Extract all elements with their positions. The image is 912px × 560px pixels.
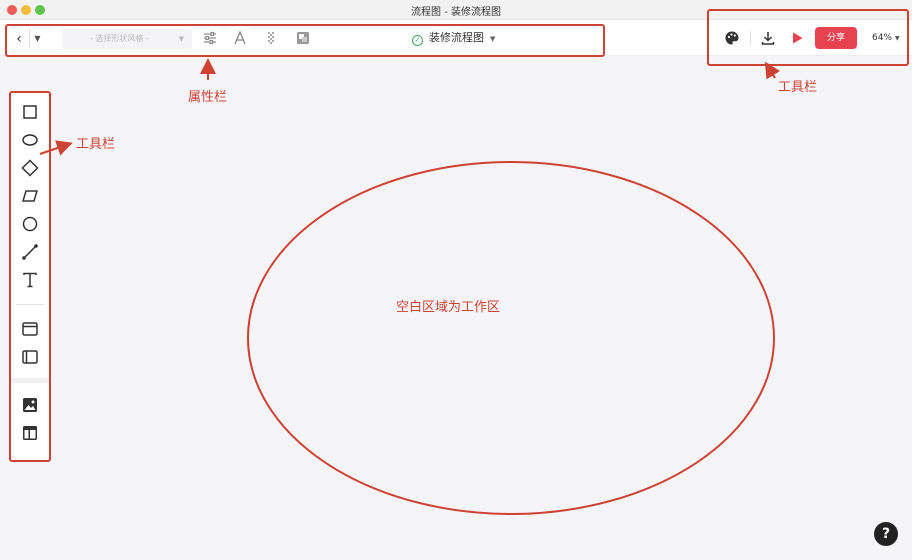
workspace-label: 空白区域为工作区 <box>396 300 501 315</box>
right-toolbar-highlight <box>707 9 909 66</box>
left-toolbar-label: 工具栏 <box>76 137 116 152</box>
right-toolbar-arrow <box>764 61 781 80</box>
right-toolbar-label: 工具栏 <box>778 80 818 95</box>
property-bar-highlight <box>5 24 605 57</box>
workspace-ellipse <box>247 161 775 515</box>
left-toolbar-highlight <box>9 91 51 462</box>
annotation-layer <box>39 58 781 515</box>
property-bar-label: 属性栏 <box>188 90 228 105</box>
help-button[interactable]: ? <box>874 522 898 546</box>
